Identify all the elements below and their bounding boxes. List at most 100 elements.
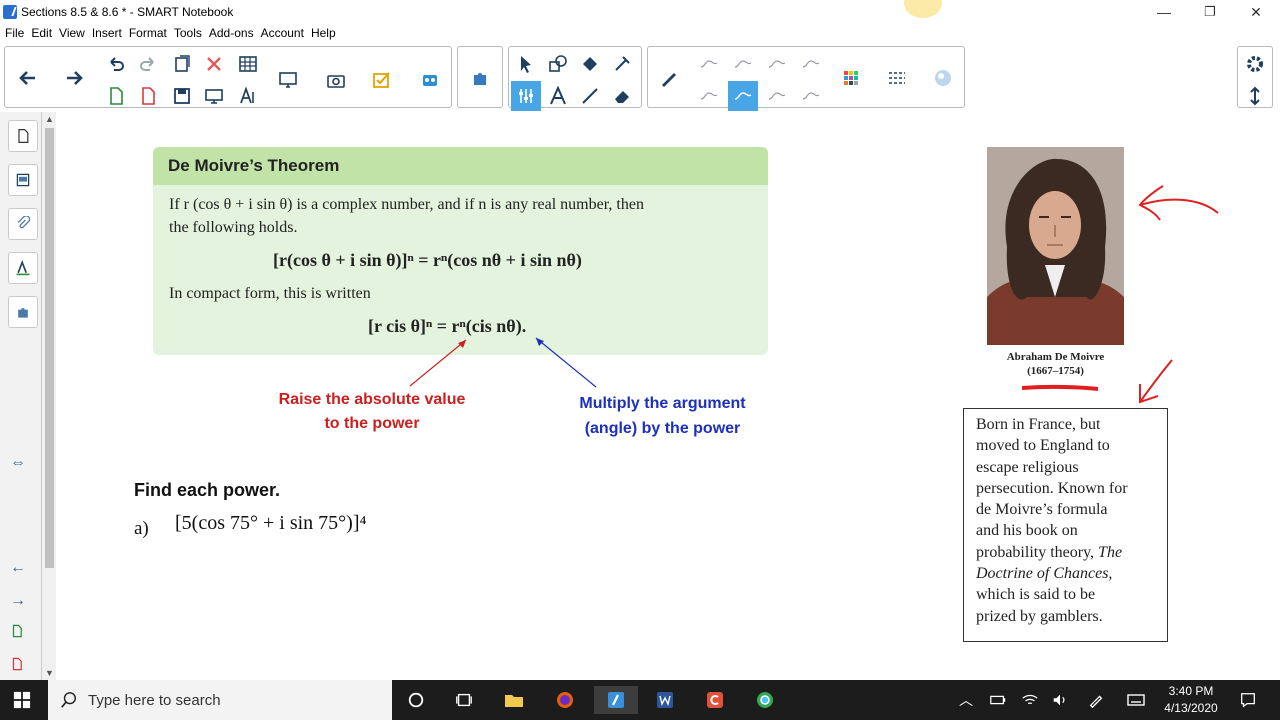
system-clock[interactable]: 3:40 PM 4/13/2020	[1158, 683, 1224, 717]
notifications-icon[interactable]	[1234, 686, 1262, 714]
effects-icon[interactable]	[928, 63, 958, 93]
cortana-icon[interactable]	[402, 686, 430, 714]
menu-account[interactable]: Account	[261, 26, 304, 40]
volume-icon[interactable]	[1046, 686, 1074, 714]
resize-handle-icon[interactable]: ⇔	[10, 454, 26, 472]
sun-decoration	[904, 0, 942, 18]
scroll-up-icon[interactable]: ▲	[45, 114, 54, 124]
toolbar-group-addons	[457, 46, 503, 108]
pen-preset-4[interactable]	[796, 49, 826, 79]
delete-icon[interactable]	[199, 49, 229, 79]
red-annotation-line-2: to the power	[324, 415, 420, 432]
problem-expression[interactable]: [5(cos 75° + i sin 75°)]⁴	[175, 512, 366, 535]
new-page-icon[interactable]	[167, 49, 197, 79]
screen-shade-icon[interactable]	[199, 81, 229, 111]
windows-start-icon[interactable]	[8, 686, 36, 714]
de-moivre-portrait[interactable]	[987, 147, 1124, 345]
restore-button[interactable]: ❐	[1187, 0, 1233, 24]
undo-icon[interactable]	[101, 49, 131, 79]
theorem-line-2: the following holds.	[169, 219, 298, 236]
menu-addons[interactable]: Add-ons	[209, 26, 254, 40]
wifi-icon[interactable]	[1016, 686, 1044, 714]
addons-tab-icon[interactable]	[8, 296, 38, 328]
taskbar-search-box[interactable]: Type here to search	[48, 680, 392, 720]
delete-page-icon[interactable]	[10, 657, 24, 676]
screencast-icon[interactable]	[701, 686, 729, 714]
firefox-icon[interactable]	[551, 686, 579, 714]
line-style-icon[interactable]	[882, 63, 912, 93]
bio-line: prized by gamblers.	[976, 607, 1103, 625]
chrome-icon[interactable]	[751, 686, 779, 714]
search-icon	[61, 692, 77, 708]
attachments-icon[interactable]	[8, 208, 38, 240]
menu-insert[interactable]: Insert	[92, 26, 122, 40]
theorem-box[interactable]: De Moivre’s Theorem If r (cos θ + i sin …	[153, 147, 768, 355]
color-palette-icon[interactable]	[836, 63, 866, 93]
pen-preset-2[interactable]	[728, 49, 758, 79]
magic-pen-icon[interactable]	[607, 49, 637, 79]
open-file-icon[interactable]	[101, 81, 131, 111]
page-scrollbar[interactable]: ▲ ▼	[42, 112, 56, 680]
menu-edit[interactable]: Edit	[31, 26, 52, 40]
menu-file[interactable]: File	[5, 26, 24, 40]
response-icon[interactable]	[367, 65, 397, 95]
back-arrow-icon[interactable]	[13, 63, 43, 93]
camera-icon[interactable]	[321, 65, 351, 95]
book-title-part-1: The	[1098, 543, 1123, 561]
word-icon[interactable]	[651, 686, 679, 714]
gallery-icon[interactable]	[8, 164, 38, 196]
pen-preset-5[interactable]	[694, 81, 724, 111]
menu-format[interactable]: Format	[129, 26, 167, 40]
properties-icon[interactable]	[511, 81, 541, 111]
pen-workspace-icon[interactable]	[1082, 686, 1110, 714]
text-icon[interactable]	[543, 81, 573, 111]
activity-builder-icon[interactable]	[415, 65, 445, 95]
bio-line: de Moivre’s formula	[976, 501, 1108, 519]
display-icon[interactable]	[273, 65, 303, 95]
settings-gear-icon[interactable]	[1240, 49, 1270, 79]
text-format-icon[interactable]	[233, 81, 263, 111]
portrait-illustration	[987, 147, 1124, 345]
pen-preset-1[interactable]	[694, 49, 724, 79]
toolbar-group-tools	[508, 46, 642, 111]
shapes-icon[interactable]	[543, 49, 573, 79]
system-tray-chevron-icon[interactable]: ︿	[952, 686, 980, 714]
minimize-button[interactable]: —	[1141, 0, 1187, 24]
previous-page-icon[interactable]: ←	[10, 559, 26, 577]
pen-preset-8[interactable]	[796, 81, 826, 111]
select-arrow-icon[interactable]	[511, 49, 541, 79]
windows-taskbar: Type here to search ︿ 3:40 PM 4/13/2020	[0, 680, 1280, 720]
pen-preset-3[interactable]	[762, 49, 792, 79]
task-view-icon[interactable]	[450, 686, 478, 714]
pen-preset-6[interactable]	[728, 81, 758, 111]
menu-help[interactable]: Help	[311, 26, 336, 40]
pen-icon[interactable]	[654, 63, 684, 93]
next-page-icon[interactable]: →	[10, 592, 26, 610]
pen-preset-7[interactable]	[762, 81, 792, 111]
bio-line: probability theory,	[976, 543, 1099, 561]
scrollbar-thumb[interactable]	[45, 128, 54, 568]
battery-icon[interactable]	[984, 686, 1012, 714]
properties-tab-icon[interactable]	[8, 252, 38, 284]
file-explorer-icon[interactable]	[500, 686, 528, 714]
eraser-icon[interactable]	[607, 81, 637, 111]
page-sorter-icon[interactable]	[8, 120, 38, 152]
biography-box[interactable]: Born in France, but moved to England to …	[963, 408, 1168, 642]
keyboard-icon[interactable]	[1122, 686, 1150, 714]
menu-view[interactable]: View	[59, 26, 85, 40]
line-icon[interactable]	[575, 81, 605, 111]
puzzle-icon[interactable]	[465, 63, 495, 93]
toolbar-position-icon[interactable]	[1240, 81, 1270, 111]
table-icon[interactable]	[233, 49, 263, 79]
scroll-down-icon[interactable]: ▼	[45, 668, 54, 678]
clock-date: 4/13/2020	[1164, 701, 1218, 715]
fill-icon[interactable]	[575, 49, 605, 79]
close-button[interactable]: ✕	[1233, 0, 1279, 24]
save-icon[interactable]	[167, 81, 197, 111]
forward-arrow-icon[interactable]	[59, 63, 89, 93]
smart-notebook-taskbar-icon[interactable]	[594, 686, 638, 714]
add-page-icon[interactable]	[10, 624, 24, 643]
menu-tools[interactable]: Tools	[174, 26, 202, 40]
redo-icon[interactable]	[133, 49, 163, 79]
pdf-icon[interactable]	[133, 81, 163, 111]
